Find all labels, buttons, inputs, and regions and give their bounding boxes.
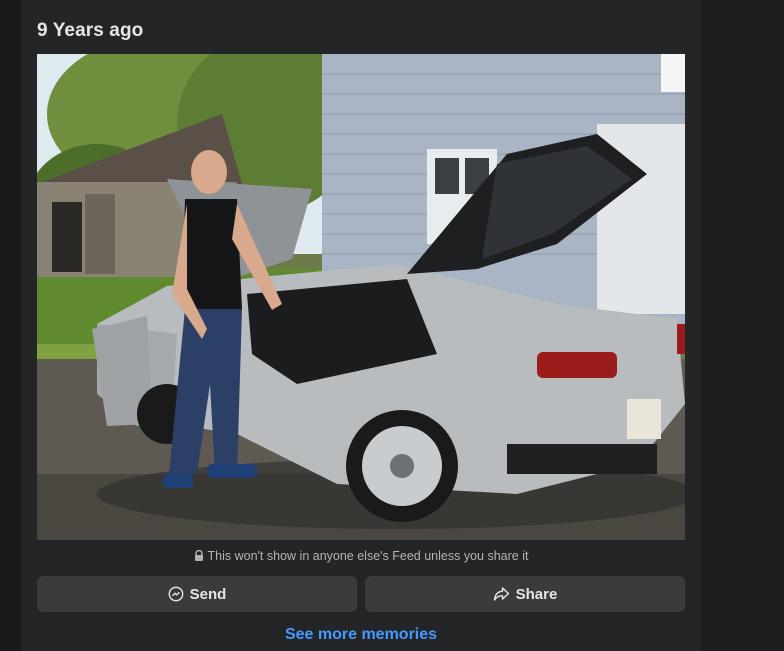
share-label: Share bbox=[515, 585, 558, 603]
left-background bbox=[0, 0, 21, 651]
see-more-memories-link[interactable]: See more memories bbox=[21, 626, 701, 644]
lock-icon bbox=[194, 549, 204, 564]
memory-photo[interactable] bbox=[37, 54, 685, 540]
right-background bbox=[701, 0, 784, 651]
memory-card: 9 Years ago This won't show in anyone el… bbox=[21, 0, 701, 651]
share-button[interactable]: Share bbox=[365, 576, 685, 612]
privacy-text: This won't show in anyone else's Feed un… bbox=[207, 549, 529, 563]
send-button[interactable]: Send bbox=[37, 576, 357, 612]
messenger-icon bbox=[168, 586, 184, 602]
share-arrow-icon bbox=[493, 586, 510, 602]
send-label: Send bbox=[189, 585, 227, 603]
memory-title: 9 Years ago bbox=[37, 20, 144, 41]
privacy-notice: This won't show in anyone else's Feed un… bbox=[21, 549, 701, 564]
